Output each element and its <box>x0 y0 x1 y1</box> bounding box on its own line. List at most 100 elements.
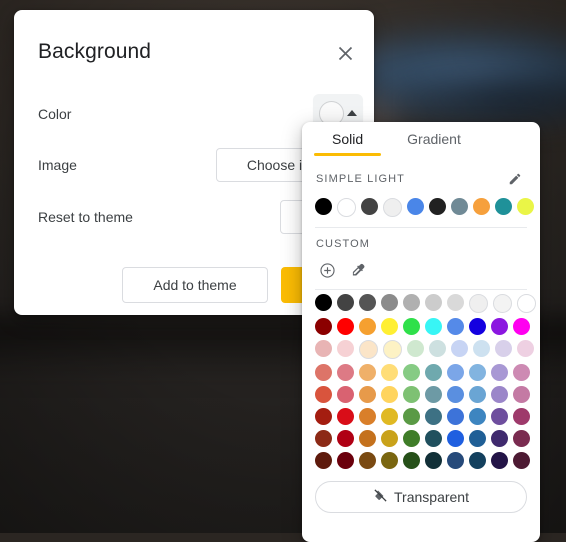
theme-swatch[interactable] <box>473 198 490 215</box>
color-swatch[interactable] <box>469 386 486 403</box>
color-swatch[interactable] <box>337 386 354 403</box>
pencil-icon[interactable] <box>504 168 526 190</box>
add-to-theme-button[interactable]: Add to theme <box>122 267 268 303</box>
color-swatch[interactable] <box>469 408 486 425</box>
color-swatch[interactable] <box>315 318 332 335</box>
color-swatch[interactable] <box>425 364 442 381</box>
color-swatch[interactable] <box>315 364 332 381</box>
color-swatch[interactable] <box>359 340 378 359</box>
custom-section-title: CUSTOM <box>316 238 371 250</box>
color-swatch[interactable] <box>513 386 530 403</box>
color-swatch[interactable] <box>425 452 442 469</box>
color-swatch[interactable] <box>425 294 442 311</box>
theme-swatch[interactable] <box>407 198 424 215</box>
color-swatch[interactable] <box>493 294 512 313</box>
color-swatch[interactable] <box>359 408 376 425</box>
color-grid-row <box>315 318 530 335</box>
color-swatch[interactable] <box>495 340 512 357</box>
transparent-button[interactable]: Transparent <box>315 481 527 513</box>
plus-circle-icon[interactable] <box>316 259 338 281</box>
color-swatch[interactable] <box>359 386 376 403</box>
color-swatch[interactable] <box>513 364 530 381</box>
color-swatch[interactable] <box>425 386 442 403</box>
color-swatch[interactable] <box>491 318 508 335</box>
color-swatch[interactable] <box>517 294 536 313</box>
color-swatch[interactable] <box>447 294 464 311</box>
color-swatch[interactable] <box>315 294 332 311</box>
color-swatch[interactable] <box>491 364 508 381</box>
color-swatch[interactable] <box>315 430 332 447</box>
tab-gradient[interactable]: Gradient <box>385 122 483 156</box>
color-swatch[interactable] <box>337 340 354 357</box>
color-swatch[interactable] <box>407 340 424 357</box>
color-swatch[interactable] <box>469 294 488 313</box>
color-swatch[interactable] <box>403 452 420 469</box>
theme-swatch[interactable] <box>429 198 446 215</box>
color-swatch[interactable] <box>513 452 530 469</box>
color-swatch[interactable] <box>451 340 468 357</box>
color-swatch[interactable] <box>381 452 398 469</box>
theme-swatch[interactable] <box>315 198 332 215</box>
theme-swatch[interactable] <box>383 198 402 217</box>
color-swatch[interactable] <box>469 452 486 469</box>
color-swatch[interactable] <box>403 364 420 381</box>
color-swatch[interactable] <box>447 318 464 335</box>
color-swatch[interactable] <box>381 318 398 335</box>
color-swatch[interactable] <box>513 318 530 335</box>
color-swatch[interactable] <box>491 452 508 469</box>
color-swatch[interactable] <box>469 364 486 381</box>
color-swatch[interactable] <box>403 408 420 425</box>
color-swatch[interactable] <box>469 318 486 335</box>
color-swatch[interactable] <box>315 408 332 425</box>
color-swatch[interactable] <box>359 318 376 335</box>
color-swatch[interactable] <box>359 430 376 447</box>
color-swatch[interactable] <box>381 430 398 447</box>
color-swatch[interactable] <box>315 452 332 469</box>
tab-solid[interactable]: Solid <box>310 122 385 156</box>
color-swatch[interactable] <box>381 386 398 403</box>
color-swatch[interactable] <box>447 430 464 447</box>
color-swatch[interactable] <box>359 452 376 469</box>
theme-swatch[interactable] <box>361 198 378 215</box>
color-swatch[interactable] <box>403 386 420 403</box>
color-swatch[interactable] <box>513 408 530 425</box>
color-swatch[interactable] <box>337 318 354 335</box>
color-swatch[interactable] <box>315 340 332 357</box>
color-swatch[interactable] <box>429 340 446 357</box>
color-swatch[interactable] <box>337 294 354 311</box>
eyedropper-icon[interactable] <box>346 259 368 281</box>
color-swatch[interactable] <box>425 318 442 335</box>
color-swatch[interactable] <box>517 340 534 357</box>
color-swatch[interactable] <box>425 408 442 425</box>
theme-swatch[interactable] <box>495 198 512 215</box>
color-swatch[interactable] <box>383 340 402 359</box>
color-swatch[interactable] <box>447 408 464 425</box>
color-swatch[interactable] <box>359 364 376 381</box>
color-swatch[interactable] <box>473 340 490 357</box>
color-swatch[interactable] <box>337 364 354 381</box>
color-swatch[interactable] <box>381 364 398 381</box>
color-swatch[interactable] <box>315 386 332 403</box>
color-swatch[interactable] <box>403 430 420 447</box>
color-swatch[interactable] <box>403 294 420 311</box>
color-swatch[interactable] <box>491 386 508 403</box>
color-swatch[interactable] <box>491 408 508 425</box>
color-swatch[interactable] <box>403 318 420 335</box>
color-swatch[interactable] <box>337 452 354 469</box>
close-icon[interactable] <box>332 40 358 66</box>
color-swatch[interactable] <box>513 430 530 447</box>
color-swatch[interactable] <box>381 408 398 425</box>
color-swatch[interactable] <box>447 386 464 403</box>
color-swatch[interactable] <box>469 430 486 447</box>
color-swatch[interactable] <box>337 430 354 447</box>
color-swatch[interactable] <box>425 430 442 447</box>
color-swatch[interactable] <box>447 364 464 381</box>
theme-swatch[interactable] <box>451 198 468 215</box>
color-swatch[interactable] <box>447 452 464 469</box>
color-swatch[interactable] <box>337 408 354 425</box>
theme-swatch[interactable] <box>337 198 356 217</box>
color-swatch[interactable] <box>491 430 508 447</box>
color-swatch[interactable] <box>359 294 376 311</box>
color-swatch[interactable] <box>381 294 398 311</box>
theme-swatch[interactable] <box>517 198 534 215</box>
